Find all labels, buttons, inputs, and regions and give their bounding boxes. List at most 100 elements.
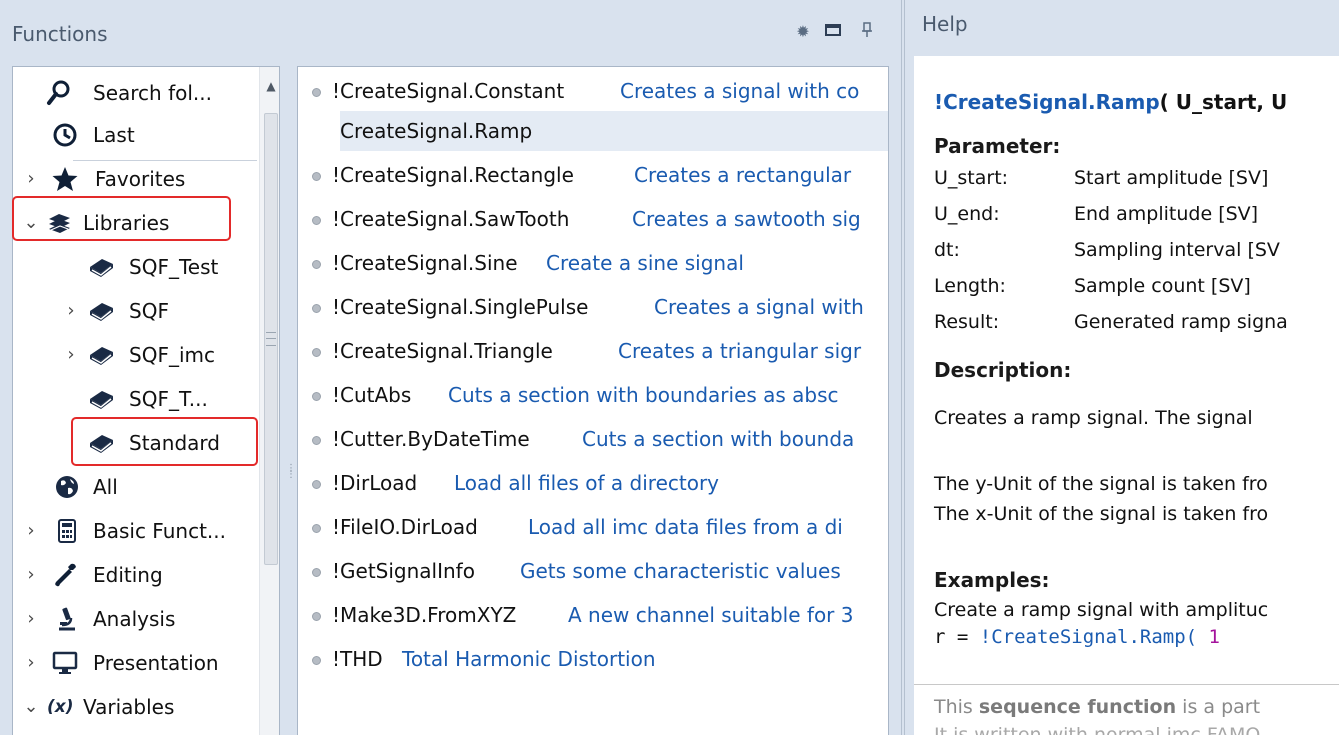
bullet-icon [312,656,321,665]
scroll-up-icon[interactable]: ▲ [264,79,278,93]
description-text: Creates a ramp signal. The signal [934,407,1253,429]
star-icon [51,165,79,193]
function-description: Creates a signal with co [620,79,860,103]
tree-item-label: SQF_Test [129,255,219,279]
help-function-name[interactable]: !CreateSignal.Ramp [934,90,1160,114]
book-icon [87,429,115,457]
bullet-icon [312,172,321,181]
chevron-right-icon[interactable]: › [23,167,39,191]
chevron-right-icon[interactable]: › [63,343,79,367]
tree-item-all[interactable]: All [13,467,257,507]
tree-item-label: Editing [93,563,163,587]
tree-item-search-folder[interactable]: Search fol... [13,73,257,113]
tree-item-label: All [93,475,118,499]
bullet-icon [312,392,321,401]
maximize-icon[interactable] [823,22,843,42]
chevron-right-icon[interactable]: › [23,563,39,587]
search-icon [45,79,73,107]
tree-item-sqf-t[interactable]: SQF_T... [13,379,257,419]
function-list-item[interactable]: !CreateSignal.Triangle Creates a triangu… [298,331,888,371]
tree-item-analysis[interactable]: › Analysis [13,599,257,639]
function-name: !Cutter.ByDateTime [332,427,530,451]
parameter-desc: Sampling interval [SV [1074,239,1280,261]
chevron-down-icon[interactable]: ⌄ [23,695,39,719]
function-list-item[interactable]: !THD Total Harmonic Distortion [298,639,888,679]
functions-header: Functions ✹ [0,0,898,56]
function-list-item[interactable]: !Cutter.ByDateTime Cuts a section with b… [298,419,888,459]
function-description: Total Harmonic Distortion [402,647,656,671]
tree-splitter[interactable]: ⋮ ⋮ [284,66,296,735]
function-list-item[interactable]: !CreateSignal.SawTooth Creates a sawtoot… [298,199,888,239]
function-list-item-selected[interactable]: !CreateSignal.Ramp [340,111,888,151]
chevron-right-icon[interactable]: › [63,299,79,323]
function-list-item[interactable]: !CreateSignal.Sine Create a sine signal [298,243,888,283]
function-list-item[interactable]: !CutAbs Cuts a section with boundaries a… [298,375,888,415]
tree-item-label: Last [93,123,135,147]
function-list-item[interactable]: !GetSignalInfo Gets some characteristic … [298,551,888,591]
chevron-right-icon[interactable]: › [23,607,39,631]
function-name: !CreateSignal.Sine [332,251,518,275]
books-icon [45,209,73,237]
tree-item-libraries[interactable]: ⌄ Libraries [13,203,257,243]
tree-item-label: Favorites [95,167,186,191]
category-tree[interactable]: Search fol... Last › Favorites ⌄ Librari… [12,66,280,735]
bullet-icon [312,436,321,445]
tree-item-label: SQF [129,299,169,323]
bullet-icon [312,568,321,577]
parameter-desc: End amplitude [SV] [1074,203,1259,225]
function-list-item[interactable]: !CreateSignal.SinglePulse Creates a sign… [298,287,888,327]
grip-icon [266,332,276,346]
function-description: Creates a sawtooth sig [632,207,861,231]
example-code-function: !CreateSignal.Ramp( [979,626,1198,648]
chevron-right-icon[interactable]: › [23,519,39,543]
function-name: !GetSignalInfo [332,559,475,583]
grip-icon: ⋮ ⋮ [286,463,296,480]
help-footer-cut: It is written with normal imc FAMO [934,724,1261,735]
function-description: Create a sine signal [546,251,744,275]
calculator-icon [53,517,81,545]
globe-icon [53,473,81,501]
tree-item-label: Presentation [93,651,219,675]
help-content[interactable]: !CreateSignal.Ramp( U_start, U Parameter… [914,56,1339,735]
bullet-icon [312,524,321,533]
bullet-icon [312,348,321,357]
function-list-item[interactable]: !Make3D.FromXYZ A new channel suitable f… [298,595,888,635]
chevron-right-icon[interactable]: › [23,651,39,675]
microscope-icon [53,605,81,633]
help-footer: This sequence function is a part [934,696,1260,718]
tree-item-presentation[interactable]: › Presentation [13,643,257,683]
tree-item-label: Basic Funct... [93,519,226,543]
pin-icon[interactable] [857,22,877,42]
gear-icon[interactable]: ✹ [793,22,813,42]
parameter-name: U_start: [934,167,1009,189]
tree-item-sqf-imc[interactable]: › SQF_imc [13,335,257,375]
panel-splitter[interactable] [898,0,908,735]
tree-scroll-thumb[interactable] [264,113,278,565]
function-list-item[interactable]: !DirLoad Load all files of a directory [298,463,888,503]
function-description: Creates a signal with [654,295,864,319]
function-list-item[interactable]: !CreateSignal.Rectangle Creates a rectan… [298,155,888,195]
help-function-signature: !CreateSignal.Ramp( U_start, U [934,90,1287,114]
tree-item-editing[interactable]: › Editing [13,555,257,595]
function-list[interactable]: !CreateSignal.Constant Creates a signal … [297,66,889,735]
function-list-item[interactable]: !FileIO.DirLoad Load all imc data files … [298,507,888,547]
tree-item-label: Analysis [93,607,176,631]
tree-item-label: SQF_imc [129,343,215,367]
tree-item-favorites[interactable]: › Favorites [13,159,257,199]
tree-item-last[interactable]: Last [13,115,257,155]
functions-panel: Functions ✹ Search fol... Last › Favorit… [0,0,898,735]
tree-item-sqf-test[interactable]: SQF_Test [13,247,257,287]
tree-item-standard[interactable]: Standard [13,423,257,463]
function-list-item[interactable]: !CreateSignal.Constant Creates a signal … [298,71,888,111]
tree-item-label: Standard [129,431,220,455]
help-title: Help [922,12,968,36]
function-name: !THD [332,647,383,671]
bullet-icon [312,612,321,621]
chevron-down-icon[interactable]: ⌄ [23,211,39,235]
parameter-row: U_end: End amplitude [SV] [934,202,1339,232]
function-description: Creates a triangular sigr [618,339,862,363]
tree-item-basic-functions[interactable]: › Basic Funct... [13,511,257,551]
tree-scrollbar[interactable]: ▲ [259,67,279,735]
tree-item-variables[interactable]: ⌄ (x) Variables [13,687,257,727]
tree-item-sqf[interactable]: › SQF [13,291,257,331]
